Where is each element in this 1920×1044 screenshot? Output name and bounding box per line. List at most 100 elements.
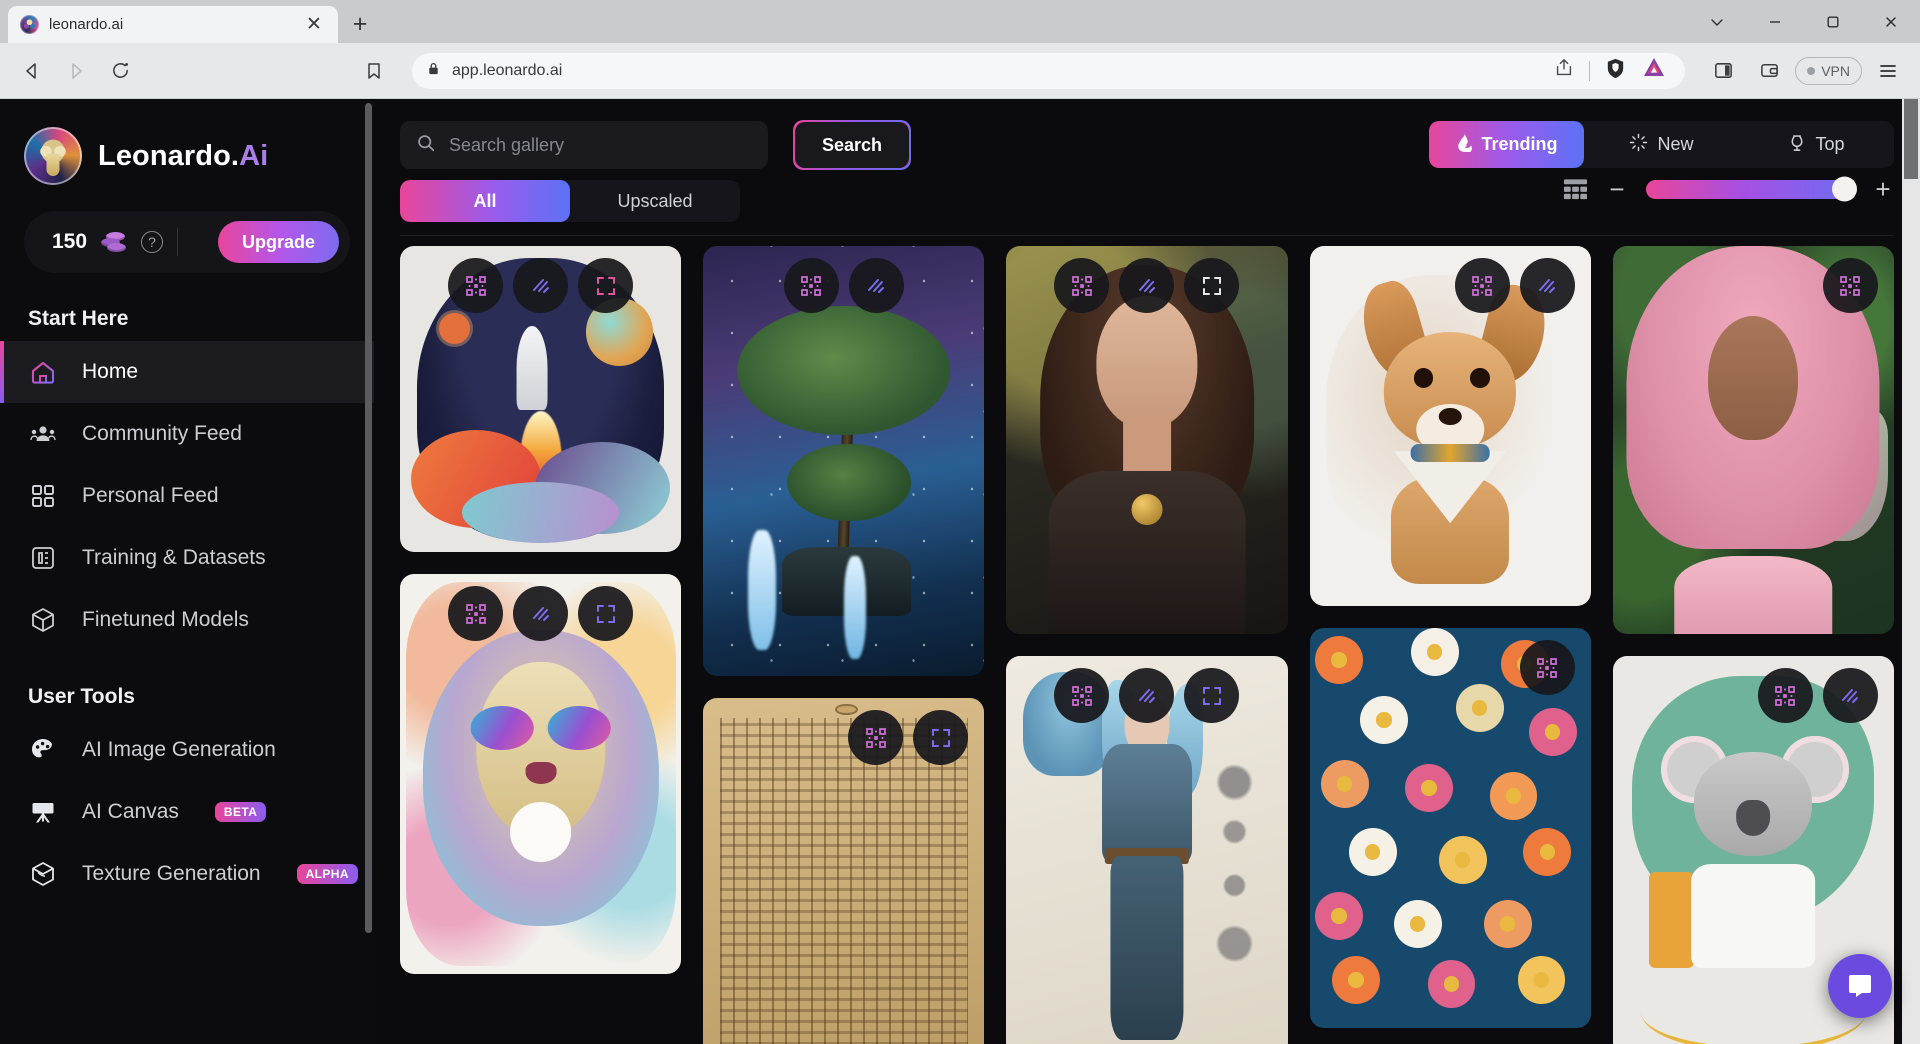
sidebar-item-texture-generation[interactable]: Texture Generation ALPHA xyxy=(0,843,374,905)
sidebar-item-personal-feed[interactable]: Personal Feed xyxy=(0,465,374,527)
brand-header[interactable]: Leonardo.Ai xyxy=(0,117,374,185)
brave-rewards-icon[interactable] xyxy=(1641,55,1667,86)
expand-icon[interactable] xyxy=(1184,668,1240,723)
gallery-card-cosmic-tree[interactable] xyxy=(703,246,985,676)
tab-upscaled[interactable]: Upscaled xyxy=(570,180,740,222)
tab-close-icon[interactable]: ✕ xyxy=(302,13,326,37)
tab-new[interactable]: New xyxy=(1584,121,1739,168)
sidebar-item-ai-image-generation[interactable]: AI Image Generation xyxy=(0,719,374,781)
zoom-out-button[interactable]: − xyxy=(1606,176,1628,202)
page-scrollbar-thumb[interactable] xyxy=(1904,99,1918,179)
back-arrow-icon[interactable] xyxy=(12,51,52,91)
sidebar-item-ai-canvas[interactable]: AI Canvas BETA xyxy=(0,781,374,843)
remix-icon[interactable] xyxy=(848,710,904,765)
gallery-card-chihuahua[interactable] xyxy=(1309,246,1591,606)
palette-icon xyxy=(28,735,58,765)
status-badge-alpha: ALPHA xyxy=(296,864,358,884)
remix-icon[interactable] xyxy=(783,258,839,313)
token-coins-icon xyxy=(101,231,127,253)
expand-icon[interactable] xyxy=(578,586,634,641)
remix-icon[interactable] xyxy=(1519,640,1575,695)
remix-icon[interactable] xyxy=(448,258,504,313)
app-sidebar: Leonardo.Ai 150 ? Upgrade Start Here Hom… xyxy=(0,99,374,1044)
sort-label: Trending xyxy=(1481,134,1558,154)
wallet-icon[interactable] xyxy=(1749,51,1789,91)
motion-icon[interactable] xyxy=(513,258,569,313)
search-input[interactable] xyxy=(449,134,752,156)
window-maximize-icon[interactable] xyxy=(1804,0,1862,43)
gallery-card-pink-hair-fairy[interactable] xyxy=(1612,246,1894,634)
zoom-slider[interactable] xyxy=(1646,176,1857,202)
brave-shields-icon[interactable] xyxy=(1604,57,1627,85)
gallery-card-lion-sunglasses[interactable] xyxy=(400,574,682,974)
sort-tabs: Trending New Top xyxy=(1429,121,1894,168)
expand-icon[interactable] xyxy=(1184,258,1240,313)
main-content: Search All Upscaled Trending xyxy=(374,99,1920,1044)
new-tab-button[interactable]: + xyxy=(338,6,382,43)
tab-all[interactable]: All xyxy=(400,180,570,222)
gallery-card-rocket-launch[interactable] xyxy=(400,246,682,552)
tab-strip: leonardo.ai ✕ + xyxy=(0,0,1920,43)
upgrade-button[interactable]: Upgrade xyxy=(217,221,339,263)
tab-top[interactable]: Top xyxy=(1739,121,1894,168)
search-field[interactable] xyxy=(400,121,768,169)
expand-icon[interactable] xyxy=(578,258,634,313)
motion-icon[interactable] xyxy=(848,258,904,313)
motion-icon[interactable] xyxy=(1822,668,1878,723)
card-actions xyxy=(1310,640,1591,695)
sidebar-item-label: AI Canvas xyxy=(82,800,179,823)
sidebar-item-label: Home xyxy=(82,360,139,383)
brand-name-suffix: Ai xyxy=(239,139,269,172)
hamburger-menu-icon[interactable] xyxy=(1868,51,1908,91)
sidebar-item-community-feed[interactable]: Community Feed xyxy=(0,403,374,465)
bookmark-icon[interactable] xyxy=(354,51,394,91)
sidebar-item-home[interactable]: Home xyxy=(0,341,374,403)
cube-icon xyxy=(28,605,58,635)
sidebar-scrollbar[interactable] xyxy=(365,103,372,933)
window-close-icon[interactable] xyxy=(1862,0,1920,43)
sidebar-panel-icon[interactable] xyxy=(1703,51,1743,91)
remix-icon[interactable] xyxy=(1054,668,1110,723)
remix-icon[interactable] xyxy=(1822,258,1878,313)
gallery-card-floral-pattern[interactable] xyxy=(1309,628,1591,1028)
tab-search-chevron-down-icon[interactable] xyxy=(1688,0,1746,43)
remix-icon[interactable] xyxy=(448,586,504,641)
address-bar[interactable]: app.leonardo.ai xyxy=(412,52,1686,89)
browser-navbar: app.leonardo.ai VPN xyxy=(0,43,1920,99)
zoom-controls: − + xyxy=(1563,176,1894,202)
remix-icon[interactable] xyxy=(1054,258,1110,313)
tab-trending[interactable]: Trending xyxy=(1429,121,1584,168)
gallery-card-blue-hair-warrior[interactable] xyxy=(1006,656,1288,1044)
sidebar-item-training-datasets[interactable]: Training & Datasets xyxy=(0,527,374,589)
browser-tab[interactable]: leonardo.ai ✕ xyxy=(8,6,338,43)
zoom-in-button[interactable]: + xyxy=(1872,176,1894,202)
remix-icon[interactable] xyxy=(1757,668,1813,723)
page-scrollbar[interactable] xyxy=(1902,99,1920,1044)
share-icon[interactable] xyxy=(1553,57,1575,84)
vpn-button[interactable]: VPN xyxy=(1795,56,1862,85)
grid-layout-icon[interactable] xyxy=(1563,177,1588,201)
reload-icon[interactable] xyxy=(100,51,140,91)
motion-icon[interactable] xyxy=(1519,258,1575,313)
remix-icon[interactable] xyxy=(1454,258,1510,313)
expand-icon[interactable] xyxy=(913,710,969,765)
credits-panel: 150 ? Upgrade xyxy=(24,211,350,273)
sidebar-item-finetuned-models[interactable]: Finetuned Models xyxy=(0,589,374,651)
intercom-chat-button[interactable] xyxy=(1828,954,1892,1018)
motion-icon[interactable] xyxy=(1119,668,1175,723)
search-button[interactable]: Search xyxy=(795,122,909,168)
sidebar-section-user-tools: User Tools xyxy=(28,685,135,708)
gallery-card-bohemian-woman[interactable] xyxy=(1006,246,1288,634)
browser-window: leonardo.ai ✕ + app.leonardo.ai VPN Leon… xyxy=(0,0,1920,1044)
card-actions xyxy=(1006,258,1287,313)
gallery-card-egyptian-hieroglyphs[interactable] xyxy=(703,698,985,1044)
sort-label: Top xyxy=(1815,134,1845,154)
window-minimize-icon[interactable] xyxy=(1746,0,1804,43)
card-actions xyxy=(1613,668,1894,723)
card-actions xyxy=(1613,258,1894,313)
motion-icon[interactable] xyxy=(513,586,569,641)
zoom-slider-thumb[interactable] xyxy=(1832,176,1857,202)
help-circle-icon[interactable]: ? xyxy=(141,231,164,253)
motion-icon[interactable] xyxy=(1119,258,1175,313)
grid-squares-icon xyxy=(28,481,58,511)
